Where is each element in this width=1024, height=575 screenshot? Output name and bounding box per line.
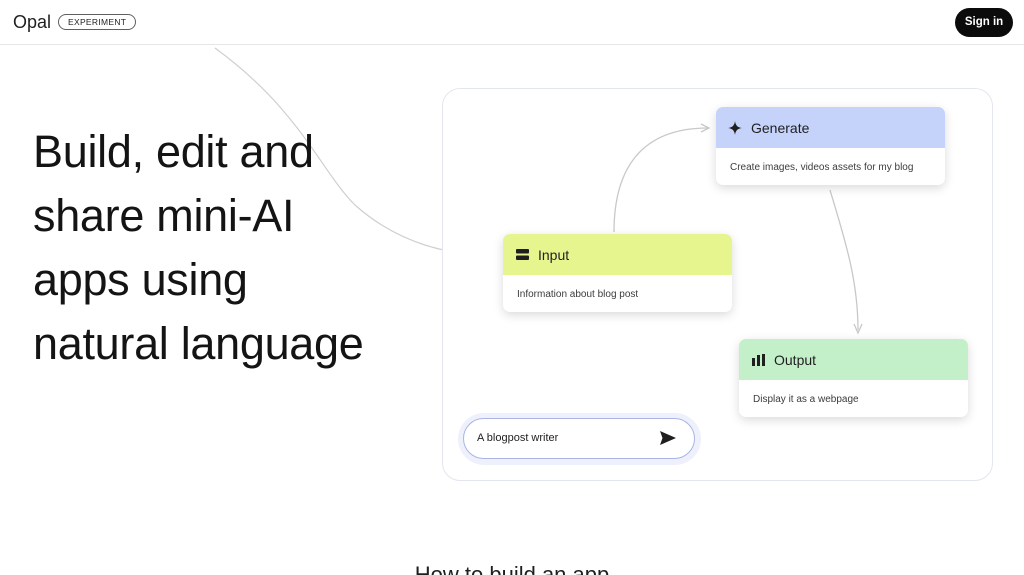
generate-node[interactable]: Generate Create images, videos assets fo… bbox=[716, 107, 945, 185]
output-node[interactable]: Output Display it as a webpage bbox=[739, 339, 968, 417]
input-node[interactable]: Input Information about blog post bbox=[503, 234, 732, 312]
chart-icon bbox=[751, 353, 765, 367]
input-icon bbox=[515, 248, 529, 262]
sparkle-icon bbox=[728, 120, 742, 135]
input-node-title: Input bbox=[538, 246, 570, 263]
send-icon[interactable] bbox=[660, 431, 676, 445]
section-heading: How to build an app bbox=[414, 562, 610, 575]
input-node-header: Input bbox=[503, 234, 732, 275]
output-node-title: Output bbox=[774, 351, 817, 368]
generate-node-header: Generate bbox=[716, 107, 945, 148]
generate-node-description: Create images, videos assets for my blog bbox=[730, 162, 914, 173]
generate-node-title: Generate bbox=[751, 119, 810, 136]
output-node-description: Display it as a webpage bbox=[753, 394, 859, 405]
input-node-description: Information about blog post bbox=[517, 289, 639, 300]
output-node-header: Output bbox=[739, 339, 968, 380]
